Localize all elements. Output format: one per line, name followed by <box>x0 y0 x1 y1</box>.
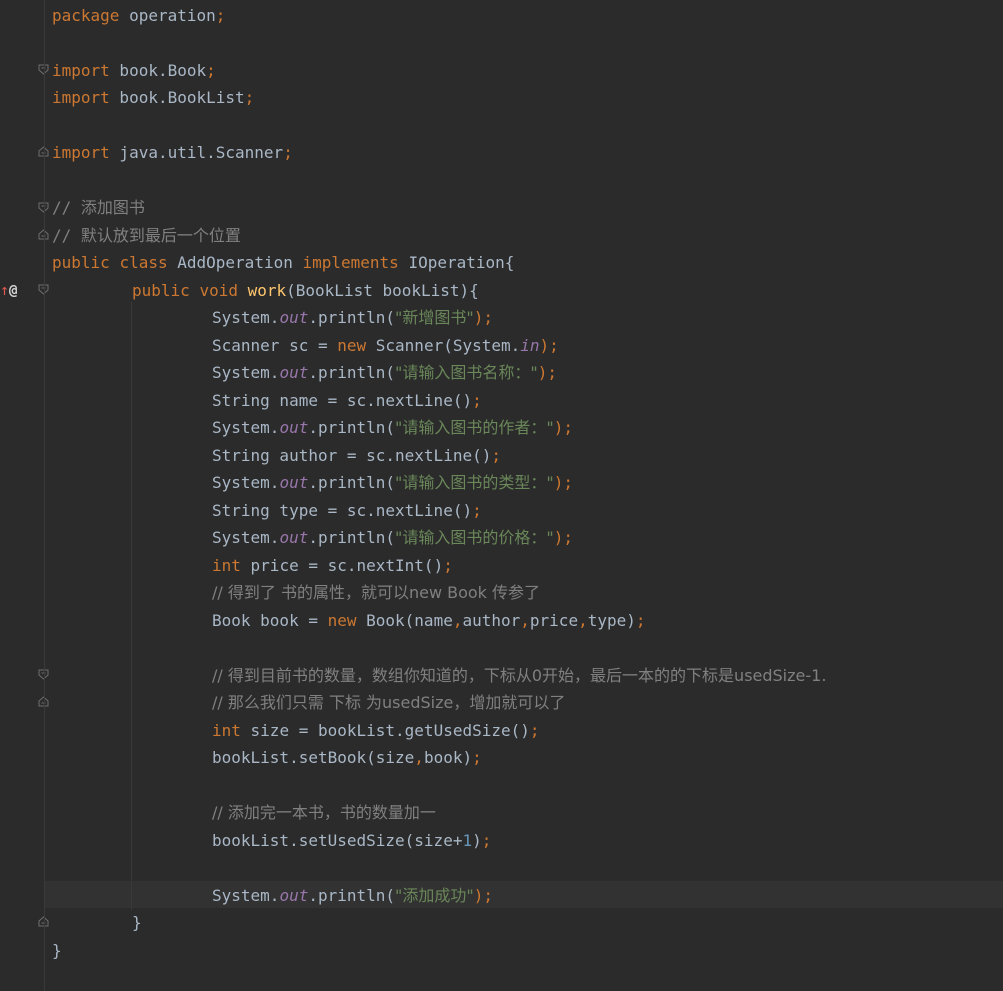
comment-line: // 添加图书 <box>52 198 145 217</box>
code-line: System.out.println("请输入图书名称："); <box>212 363 558 382</box>
comment-line: // 默认放到最后一个位置 <box>52 225 241 245</box>
code-line: System.out.println("请输入图书的价格："); <box>212 528 574 547</box>
closing-brace: } <box>132 913 142 932</box>
comment-line: // 得到了 书的属性，就可以new Book 传参了 <box>212 583 541 602</box>
code-line: bookList.setBook(size,book); <box>212 748 482 767</box>
comment-line: // 添加完一本书，书的数量加一 <box>212 803 436 822</box>
code-line: import java.util.Scanner; <box>52 143 293 162</box>
indent-guide <box>131 302 132 910</box>
code-line: public void work(BookList bookList){ <box>132 280 479 300</box>
code-line: int price = sc.nextInt(); <box>212 555 453 575</box>
caret-line-highlight <box>45 881 1003 908</box>
implements-arrow-icon: ↑ <box>0 281 10 299</box>
code-line: import book.BookList; <box>52 88 255 107</box>
code-line: package operation; <box>52 5 226 25</box>
closing-brace: } <box>52 940 62 960</box>
code-line: System.out.println("请输入图书的类型："); <box>212 473 574 492</box>
code-line: import book.Book; <box>52 60 216 80</box>
code-line: int size = bookList.getUsedSize(); <box>212 720 540 740</box>
code-line: bookList.setUsedSize(size+1); <box>212 830 492 850</box>
code-line: Book book = new Book(name,author,price,t… <box>212 610 646 630</box>
code-editor[interactable]: package operation; import book.Book; imp… <box>45 0 1003 991</box>
code-line: String type = sc.nextLine(); <box>212 500 482 520</box>
code-line: public class AddOperation implements IOp… <box>52 253 515 272</box>
comment-line: // 那么我们只需 下标 为usedSize，增加就可以了 <box>212 693 566 712</box>
code-line: String name = sc.nextLine(); <box>212 390 482 410</box>
code-line: String author = sc.nextLine(); <box>212 445 501 465</box>
comment-line: // 得到目前书的数量，数组你知道的，下标从0开始，最后一本的的下标是usedS… <box>212 665 827 685</box>
override-at-icon: @ <box>9 283 18 299</box>
code-line: System.out.println("添加成功"); <box>212 885 494 905</box>
editor-gutter: ↑@ <box>0 0 49 991</box>
code-line: Scanner sc = new Scanner(System.in); <box>212 335 559 355</box>
override-marker[interactable]: ↑@ <box>0 280 17 300</box>
code-line: System.out.println("新增图书"); <box>212 308 494 327</box>
code-line: System.out.println("请输入图书的作者："); <box>212 418 574 437</box>
